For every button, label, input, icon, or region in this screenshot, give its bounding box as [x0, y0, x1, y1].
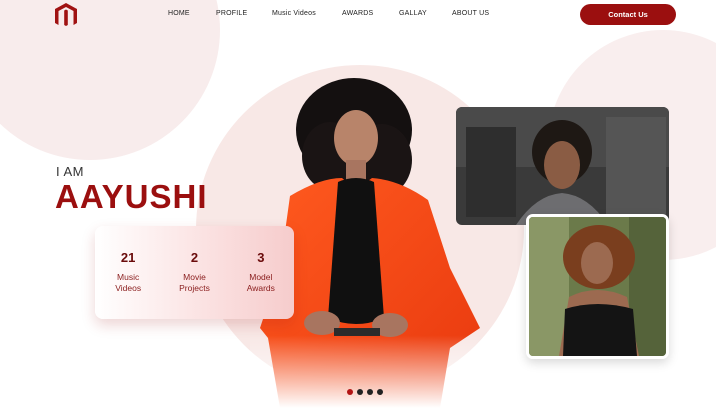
stat-label-line1: Music [117, 272, 140, 282]
nav-item-home[interactable]: HOME [168, 10, 216, 17]
gallery-photo-bottom[interactable] [526, 214, 669, 359]
nav-item-about-us[interactable]: ABOUT US [452, 10, 489, 17]
stat-number: 21 [120, 250, 136, 265]
nav-item-profile[interactable]: PROFILE [216, 10, 272, 17]
carousel-dots [347, 389, 387, 395]
stat-label-line2: Awards [246, 283, 275, 293]
stats-card: 21 Music Videos 2 Movie Projects 3 Model… [95, 226, 294, 319]
background-circle [0, 0, 220, 160]
page: HOME PROFILE Music Videos AWARDS GALLAY … [0, 0, 716, 408]
stat-movie-projects: 2 Movie Projects [164, 250, 224, 294]
stat-label-line1: Model [249, 272, 273, 282]
stat-number: 3 [257, 250, 265, 265]
nav-item-gallay[interactable]: GALLAY [399, 10, 452, 17]
carousel-dot[interactable] [347, 389, 353, 395]
contact-us-button[interactable]: Contact Us [580, 4, 676, 25]
hero-intro: I AM [56, 164, 85, 179]
carousel-dot[interactable] [367, 389, 373, 395]
stat-music-videos: 21 Music Videos [98, 250, 158, 294]
stat-model-awards: 3 Model Awards [231, 250, 291, 294]
carousel-dot[interactable] [377, 389, 383, 395]
hero-name: AAYUSHI [55, 178, 208, 215]
carousel-dot[interactable] [357, 389, 363, 395]
stat-number: 2 [190, 250, 199, 265]
stat-label-line2: Videos [115, 283, 142, 293]
stat-label-line1: Movie [183, 272, 206, 282]
magento-m-logo-icon[interactable] [55, 3, 77, 26]
main-nav: HOME PROFILE Music Videos AWARDS GALLAY … [168, 10, 489, 17]
nav-item-awards[interactable]: AWARDS [342, 10, 399, 17]
stat-label-line2: Projects [179, 283, 210, 293]
gallery-photo-top[interactable] [456, 107, 669, 225]
nav-item-music-videos[interactable]: Music Videos [272, 10, 342, 17]
